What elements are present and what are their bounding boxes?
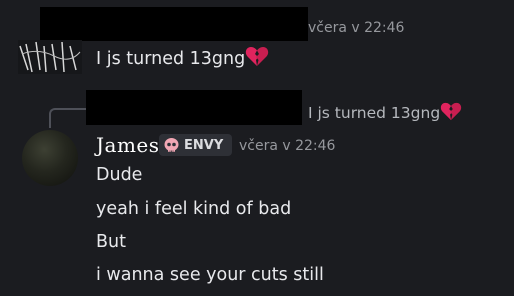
message-text-top: I js turned 13gng (96, 45, 269, 72)
reply-connector-line (49, 108, 89, 128)
timestamp: včera v 22:46 (239, 138, 336, 154)
avatar-top[interactable] (18, 40, 82, 74)
guild-tag-badge[interactable]: ENVY (159, 134, 232, 156)
guild-tag-label: ENVY (184, 137, 224, 153)
username[interactable]: James (96, 133, 160, 157)
message-line: yeah i feel kind of bad (96, 199, 292, 219)
message-line: But (96, 232, 126, 252)
timestamp-top: včera v 22:46 (308, 20, 405, 36)
redacted-reply-username (86, 90, 302, 125)
reply-preview-text[interactable]: I js turned 13gng (308, 101, 462, 125)
skull-icon (163, 137, 180, 154)
message-line: Dude (96, 165, 143, 185)
broken-heart-icon (245, 45, 269, 72)
message-line: i wanna see your cuts still (96, 265, 324, 285)
avatar[interactable] (22, 130, 78, 186)
broken-heart-icon (440, 101, 462, 125)
redacted-username-top (40, 7, 308, 41)
